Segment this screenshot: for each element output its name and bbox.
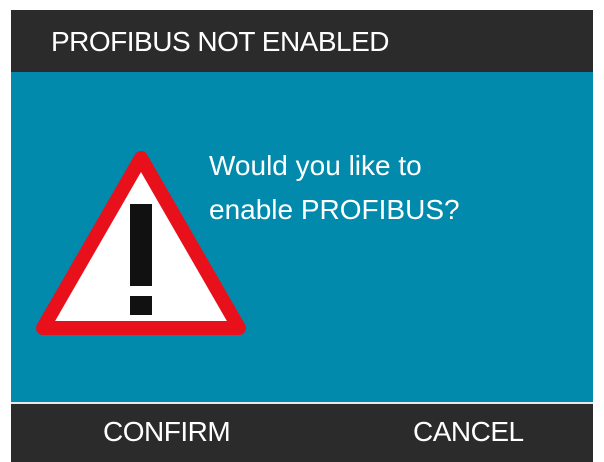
- exclamation-bar: [130, 204, 152, 286]
- softkey-bar: CONFIRM CANCEL: [11, 404, 593, 462]
- message-line-2: enable PROFIBUS?: [209, 194, 460, 225]
- device-screen: PROFIBUS NOT ENABLED Would you like to e…: [11, 10, 593, 462]
- title-bar: PROFIBUS NOT ENABLED: [11, 10, 593, 72]
- confirm-button[interactable]: CONFIRM: [103, 416, 231, 448]
- dialog-message: Would you like to enable PROFIBUS?: [209, 144, 460, 232]
- message-line-1: Would you like to: [209, 150, 422, 181]
- dialog-content: Would you like to enable PROFIBUS?: [11, 72, 593, 402]
- exclamation-dot: [130, 296, 152, 315]
- cancel-button[interactable]: CANCEL: [413, 416, 524, 448]
- dialog-title: PROFIBUS NOT ENABLED: [51, 26, 390, 57]
